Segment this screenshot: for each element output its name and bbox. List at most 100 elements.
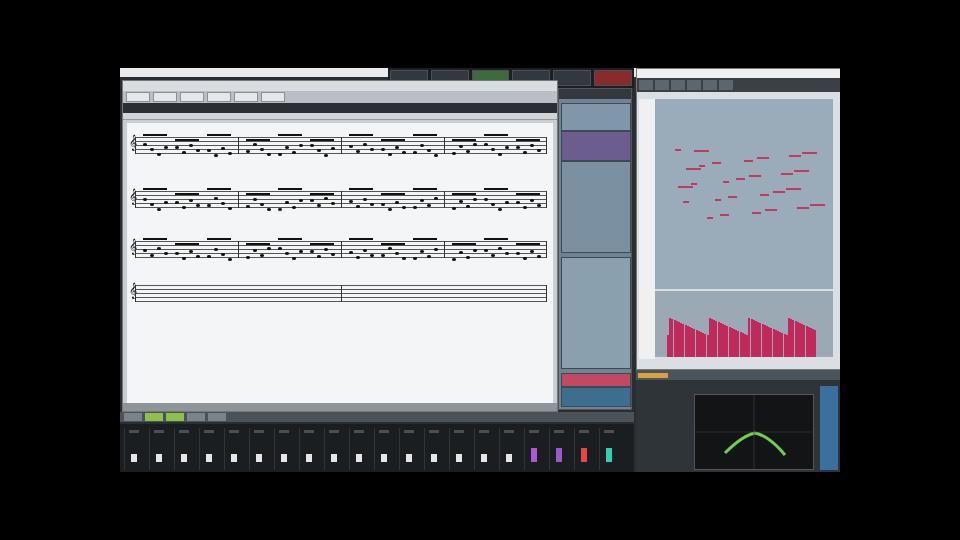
note-head[interactable] (484, 249, 488, 252)
midi-note[interactable] (786, 188, 801, 190)
mixer-channel[interactable] (374, 428, 397, 470)
note-head[interactable] (267, 153, 271, 156)
score-ruler[interactable] (123, 113, 557, 120)
note-head[interactable] (388, 208, 392, 211)
channel-fader[interactable] (306, 454, 312, 462)
score-tool-button[interactable] (234, 92, 258, 102)
key-tool-button[interactable] (719, 80, 733, 90)
note-head[interactable] (278, 208, 282, 211)
transport-section[interactable] (553, 70, 592, 86)
track-lane[interactable] (561, 131, 631, 161)
midi-note[interactable] (781, 173, 793, 175)
note-head[interactable] (349, 145, 353, 148)
score-tool-button[interactable] (153, 92, 177, 102)
note-head[interactable] (402, 151, 406, 154)
note-head[interactable] (196, 149, 200, 152)
note-head[interactable] (150, 254, 154, 257)
mixer-channel[interactable] (474, 428, 497, 470)
midi-note[interactable] (773, 191, 785, 193)
mixer-channel[interactable] (224, 428, 247, 470)
note-head[interactable] (370, 148, 374, 151)
note-head[interactable] (310, 250, 314, 253)
note-head[interactable] (484, 143, 488, 146)
mixer-channel[interactable] (499, 428, 522, 470)
note-head[interactable] (491, 203, 495, 206)
midi-note[interactable] (728, 196, 737, 198)
key-tool-button[interactable] (671, 80, 685, 90)
midi-note[interactable] (678, 186, 693, 188)
midi-note[interactable] (802, 152, 817, 154)
mixer-channel[interactable] (324, 428, 347, 470)
note-head[interactable] (356, 150, 360, 153)
note-head[interactable] (331, 253, 335, 256)
note-head[interactable] (491, 148, 495, 151)
note-head[interactable] (292, 206, 296, 209)
midi-note[interactable] (794, 170, 809, 172)
score-tool-button[interactable] (180, 92, 204, 102)
mixer-channel[interactable] (549, 428, 572, 470)
mixer-tool-button[interactable] (145, 413, 163, 421)
channel-fader[interactable] (231, 454, 237, 462)
note-head[interactable] (221, 202, 225, 205)
note-head[interactable] (516, 252, 520, 255)
note-head[interactable] (246, 256, 250, 259)
note-head[interactable] (143, 249, 147, 252)
channel-fader[interactable] (481, 454, 487, 462)
midi-note[interactable] (675, 149, 681, 151)
note-head[interactable] (267, 247, 271, 250)
velocity-bar[interactable] (814, 330, 817, 357)
note-head[interactable] (260, 203, 264, 206)
midi-note[interactable] (699, 165, 705, 167)
midi-note[interactable] (749, 175, 761, 177)
note-head[interactable] (370, 203, 374, 206)
midi-note[interactable] (715, 199, 721, 201)
note-head[interactable] (285, 201, 289, 204)
mixer-channel[interactable] (399, 428, 422, 470)
note-head[interactable] (523, 151, 527, 154)
mixer-channel[interactable] (274, 428, 297, 470)
note-head[interactable] (537, 255, 541, 258)
midi-note[interactable] (683, 201, 689, 203)
note-head[interactable] (214, 248, 218, 251)
note-head[interactable] (505, 201, 509, 204)
note-head[interactable] (260, 254, 264, 257)
note-head[interactable] (413, 206, 417, 209)
note-head[interactable] (317, 149, 321, 152)
mixer-tool-button[interactable] (208, 413, 226, 421)
note-head[interactable] (299, 199, 303, 202)
note-head[interactable] (498, 208, 502, 211)
midi-note[interactable] (691, 183, 697, 185)
note-head[interactable] (267, 208, 271, 211)
channel-fader[interactable] (256, 454, 262, 462)
note-head[interactable] (516, 201, 520, 204)
channel-fader[interactable] (331, 454, 337, 462)
mixer-channel[interactable] (124, 428, 147, 470)
note-head[interactable] (491, 254, 495, 257)
note-head[interactable] (157, 208, 161, 211)
mixer-channel[interactable] (599, 428, 622, 470)
note-head[interactable] (278, 247, 282, 250)
note-head[interactable] (530, 199, 534, 202)
track-lane[interactable] (561, 257, 631, 369)
note-head[interactable] (143, 198, 147, 201)
note-head[interactable] (207, 255, 211, 258)
note-head[interactable] (498, 247, 502, 250)
note-head[interactable] (253, 143, 257, 146)
midi-note[interactable] (707, 217, 713, 219)
note-head[interactable] (324, 248, 328, 251)
note-head[interactable] (356, 256, 360, 259)
note-head[interactable] (434, 197, 438, 200)
note-head[interactable] (189, 250, 193, 253)
mixer-channel[interactable] (174, 428, 197, 470)
velocity-lane[interactable] (655, 291, 833, 357)
channel-fader[interactable] (156, 454, 162, 462)
note-head[interactable] (164, 146, 168, 149)
midi-note[interactable] (694, 150, 709, 152)
note-head[interactable] (299, 250, 303, 253)
note-head[interactable] (402, 257, 406, 260)
note-head[interactable] (228, 152, 232, 155)
note-head[interactable] (427, 255, 431, 258)
channel-fader[interactable] (181, 454, 187, 462)
key-tool-button[interactable] (703, 80, 717, 90)
note-head[interactable] (182, 257, 186, 260)
